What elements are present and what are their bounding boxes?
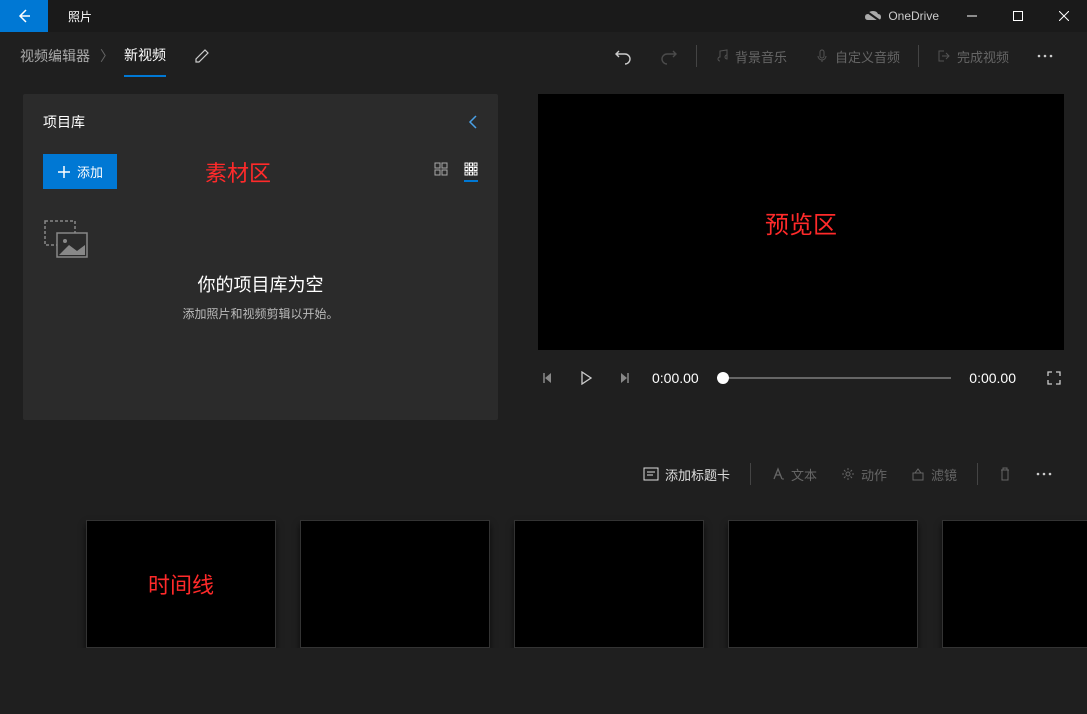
timeline-clip[interactable]: 时间线 <box>86 520 276 648</box>
arrow-left-icon <box>16 8 32 24</box>
breadcrumb: 视频编辑器 〉 新视频 <box>20 35 210 77</box>
title-card-icon <box>643 467 659 481</box>
redo-button[interactable] <box>646 36 692 76</box>
empty-state: 你的项目库为空 添加照片和视频剪辑以开始。 <box>43 219 478 322</box>
redo-icon <box>660 47 678 65</box>
bg-music-label: 背景音乐 <box>735 47 787 66</box>
main-area: 项目库 添加 素材区 你的项目库为空 <box>0 80 1087 442</box>
current-time: 0:00.00 <box>652 370 699 386</box>
music-icon <box>715 49 729 63</box>
mic-icon <box>815 49 829 63</box>
chevron-right-icon: 〉 <box>100 46 114 66</box>
text-button[interactable]: 文本 <box>759 456 829 492</box>
timeline-clip[interactable] <box>514 520 704 648</box>
timeline-clip[interactable] <box>728 520 918 648</box>
export-icon <box>937 49 951 63</box>
seek-slider[interactable] <box>717 377 952 379</box>
maximize-button[interactable] <box>995 0 1041 32</box>
prev-frame-button[interactable] <box>538 368 558 388</box>
fullscreen-button[interactable] <box>1044 368 1064 388</box>
titlebar: 照片 OneDrive <box>0 0 1087 32</box>
play-button[interactable] <box>576 368 596 388</box>
grid-small-icon <box>464 162 478 176</box>
filter-label: 滤镜 <box>931 465 957 484</box>
pencil-icon <box>194 48 210 64</box>
delete-button[interactable] <box>986 456 1024 492</box>
breadcrumb-root[interactable]: 视频编辑器 <box>20 46 90 66</box>
cloud-offline-icon <box>864 10 882 22</box>
onedrive-label: OneDrive <box>888 9 939 23</box>
video-preview[interactable]: 预览区 <box>538 94 1064 350</box>
grid-large-icon <box>434 162 448 176</box>
close-button[interactable] <box>1041 0 1087 32</box>
close-icon <box>1059 11 1069 21</box>
app-title: 照片 <box>68 8 92 25</box>
player-controls: 0:00.00 0:00.00 <box>538 368 1064 388</box>
title-card-label: 添加标题卡 <box>665 465 730 484</box>
edit-name-button[interactable] <box>194 48 210 64</box>
empty-title: 你的项目库为空 <box>43 271 478 297</box>
library-title: 项目库 <box>43 112 85 132</box>
text-label: 文本 <box>791 465 817 484</box>
header: 视频编辑器 〉 新视频 背景音乐 自定义音频 完成视频 <box>0 32 1087 80</box>
text-icon <box>771 467 785 481</box>
timeline[interactable]: 时间线 <box>0 498 1087 648</box>
slider-thumb[interactable] <box>717 372 729 384</box>
plus-icon <box>57 165 71 179</box>
view-large-button[interactable] <box>434 162 448 182</box>
view-small-button[interactable] <box>464 162 478 182</box>
next-frame-button[interactable] <box>614 368 634 388</box>
annotation-preview: 预览区 <box>765 205 837 240</box>
media-placeholder-icon <box>43 219 478 259</box>
timeline-toolbar: 添加标题卡 文本 动作 滤镜 <box>0 450 1087 498</box>
motion-label: 动作 <box>861 465 887 484</box>
empty-subtitle: 添加照片和视频剪辑以开始。 <box>43 305 478 322</box>
minimize-icon <box>967 11 977 21</box>
minimize-button[interactable] <box>949 0 995 32</box>
filter-button[interactable]: 滤镜 <box>899 456 969 492</box>
add-label: 添加 <box>77 162 103 181</box>
filter-icon <box>911 467 925 481</box>
timeline-clip[interactable] <box>942 520 1087 648</box>
more-icon <box>1036 472 1052 476</box>
onedrive-status[interactable]: OneDrive <box>864 9 939 23</box>
trash-icon <box>998 467 1012 481</box>
preview-panel: 预览区 0:00.00 0:00.00 <box>498 80 1087 442</box>
motion-icon <box>841 467 855 481</box>
step-back-icon <box>542 372 554 384</box>
header-actions: 背景音乐 自定义音频 完成视频 <box>600 36 1067 76</box>
project-library: 项目库 添加 素材区 你的项目库为空 <box>23 94 498 420</box>
custom-audio-label: 自定义音频 <box>835 47 900 66</box>
add-media-button[interactable]: 添加 <box>43 154 117 189</box>
annotation-material: 素材区 <box>205 156 271 188</box>
header-more-button[interactable] <box>1023 36 1067 76</box>
finish-label: 完成视频 <box>957 47 1009 66</box>
timeline-clip[interactable] <box>300 520 490 648</box>
collapse-button[interactable] <box>468 115 478 129</box>
bg-music-button[interactable]: 背景音乐 <box>701 36 801 76</box>
step-forward-icon <box>618 372 630 384</box>
timeline-more-button[interactable] <box>1024 456 1064 492</box>
library-panel: 项目库 添加 素材区 你的项目库为空 <box>0 80 498 442</box>
custom-audio-button[interactable]: 自定义音频 <box>801 36 914 76</box>
undo-button[interactable] <box>600 36 646 76</box>
back-button[interactable] <box>0 0 48 32</box>
motion-button[interactable]: 动作 <box>829 456 899 492</box>
finish-video-button[interactable]: 完成视频 <box>923 36 1023 76</box>
total-time: 0:00.00 <box>969 370 1016 386</box>
chevron-left-icon <box>468 115 478 129</box>
more-icon <box>1037 54 1053 58</box>
undo-icon <box>614 47 632 65</box>
annotation-timeline: 时间线 <box>148 568 214 600</box>
play-icon <box>580 371 592 385</box>
breadcrumb-current[interactable]: 新视频 <box>124 45 166 77</box>
add-title-card-button[interactable]: 添加标题卡 <box>631 456 742 492</box>
maximize-icon <box>1013 11 1023 21</box>
fullscreen-icon <box>1047 371 1061 385</box>
